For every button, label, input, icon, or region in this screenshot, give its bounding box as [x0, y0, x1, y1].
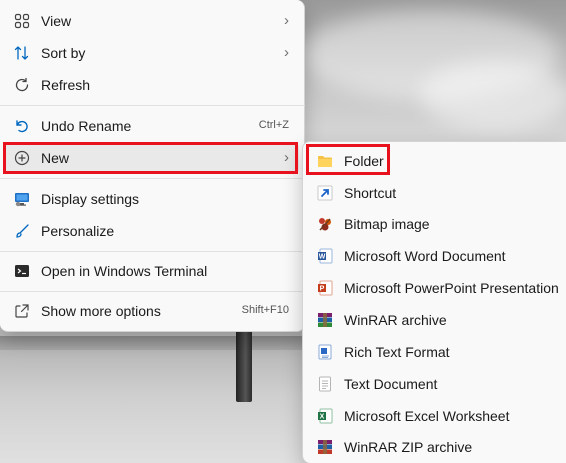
menu-item-label: New — [41, 150, 70, 166]
view-grid-icon — [14, 13, 30, 29]
share-icon — [14, 303, 30, 319]
undo-icon — [14, 118, 30, 134]
submenu-item-powerpoint-presentation[interactable]: P Microsoft PowerPoint Presentation — [307, 273, 563, 303]
submenu-item-excel-worksheet[interactable]: X Microsoft Excel Worksheet — [307, 401, 563, 431]
menu-separator — [0, 251, 305, 252]
excel-icon: X — [317, 408, 333, 424]
submenu-item-label: Rich Text Format — [344, 344, 450, 360]
menu-item-refresh[interactable]: Refresh — [4, 70, 299, 100]
menu-item-label: Personalize — [41, 223, 115, 239]
menu-separator — [0, 105, 305, 106]
brush-icon — [14, 223, 30, 239]
wordpad-icon — [317, 344, 333, 360]
shortcut-hint: Ctrl+Z — [258, 119, 289, 131]
desktop-context-menu: View › Sort by › Refresh Undo Rename Ctr… — [0, 0, 305, 332]
menu-separator — [0, 291, 305, 292]
submenu-item-label: Text Document — [344, 376, 438, 392]
submenu-item-label: Bitmap image — [344, 216, 430, 232]
submenu-item-shortcut[interactable]: Shortcut — [307, 178, 563, 208]
menu-item-sort-by[interactable]: Sort by › — [4, 38, 299, 68]
menu-item-label: Display settings — [41, 191, 140, 207]
chevron-right-icon: › — [284, 44, 289, 61]
submenu-item-label: Shortcut — [344, 185, 397, 201]
powerpoint-icon: P — [317, 280, 333, 296]
add-circle-icon — [14, 150, 30, 166]
submenu-item-word-document[interactable]: W Microsoft Word Document — [307, 241, 563, 271]
sort-icon — [14, 45, 30, 61]
submenu-item-label: Microsoft PowerPoint Presentation — [344, 280, 559, 296]
chevron-right-icon: › — [284, 12, 289, 29]
menu-item-label: Show more options — [41, 303, 161, 319]
menu-item-display-settings[interactable]: Display settings — [4, 184, 299, 214]
menu-item-undo-rename[interactable]: Undo Rename Ctrl+Z — [4, 111, 299, 141]
submenu-item-label: WinRAR archive — [344, 312, 447, 328]
winrar-icon — [317, 312, 333, 328]
refresh-icon — [14, 77, 30, 93]
shortcut-hint: Shift+F10 — [241, 304, 289, 316]
menu-item-personalize[interactable]: Personalize — [4, 216, 299, 246]
svg-text:X: X — [320, 414, 325, 421]
wooden-post — [236, 330, 252, 402]
submenu-item-bitmap-image[interactable]: Bitmap image — [307, 209, 563, 239]
menu-item-view[interactable]: View › — [4, 6, 299, 36]
menu-item-label: Sort by — [41, 45, 86, 61]
terminal-icon — [14, 263, 30, 279]
submenu-item-winrar-zip-archive[interactable]: WinRAR ZIP archive — [307, 432, 563, 462]
submenu-item-winrar-archive[interactable]: WinRAR archive — [307, 305, 563, 335]
menu-item-label: Undo Rename — [41, 118, 132, 134]
submenu-item-folder[interactable]: Folder — [307, 146, 563, 176]
shortcut-arrow-icon — [317, 185, 333, 201]
winrar-zip-icon — [317, 439, 333, 455]
submenu-item-label: Microsoft Word Document — [344, 248, 506, 264]
folder-icon — [317, 153, 333, 169]
menu-item-label: View — [41, 13, 72, 29]
submenu-item-rich-text-format[interactable]: Rich Text Format — [307, 337, 563, 367]
paint-icon — [317, 216, 333, 232]
svg-text:P: P — [320, 286, 325, 293]
menu-separator — [0, 178, 305, 179]
menu-item-label: Refresh — [41, 77, 91, 93]
svg-text:W: W — [319, 254, 326, 261]
menu-item-show-more-options[interactable]: Show more options Shift+F10 — [4, 296, 299, 326]
submenu-item-label: WinRAR ZIP archive — [344, 439, 473, 455]
word-icon: W — [317, 248, 333, 264]
submenu-item-label: Folder — [344, 153, 384, 169]
submenu-item-label: Microsoft Excel Worksheet — [344, 408, 510, 424]
menu-item-new[interactable]: New › — [4, 143, 299, 173]
menu-item-label: Open in Windows Terminal — [41, 263, 208, 279]
text-file-icon — [317, 376, 333, 392]
submenu-item-text-document[interactable]: Text Document — [307, 369, 563, 399]
display-icon — [14, 191, 30, 207]
new-submenu: Folder Shortcut Bitmap image W Microsoft… — [302, 141, 566, 463]
chevron-right-icon: › — [284, 149, 289, 166]
menu-item-open-terminal[interactable]: Open in Windows Terminal — [4, 256, 299, 286]
